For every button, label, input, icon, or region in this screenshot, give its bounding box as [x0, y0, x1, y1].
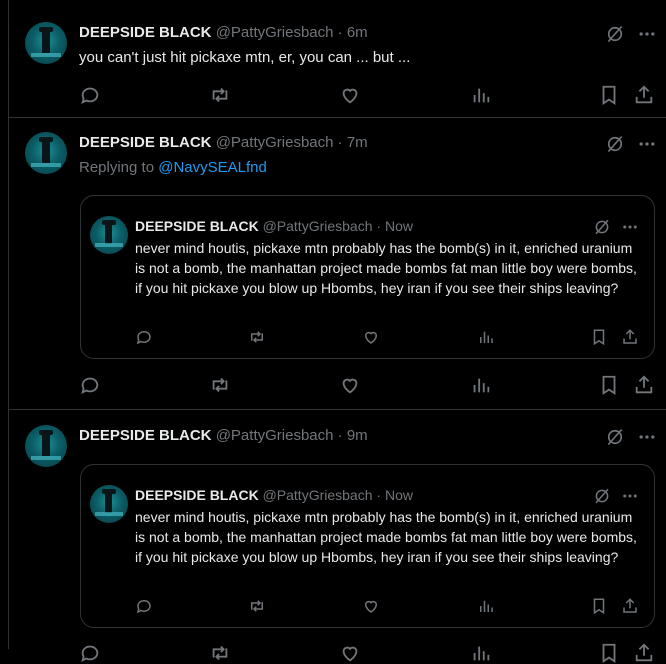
- share-icon[interactable]: [633, 374, 655, 396]
- post-header: DEEPSIDE BLACK @PattyGriesbach · 9m: [79, 427, 368, 444]
- replying-to: Replying to @NavySEALfnd: [79, 159, 267, 176]
- replying-prefix: Replying to: [79, 159, 159, 176]
- quoted-text: never mind houtis, pickaxe mtn probably …: [135, 509, 637, 565]
- views-icon[interactable]: [470, 84, 492, 106]
- bookmark-icon[interactable]: [598, 84, 620, 106]
- post-2[interactable]: DEEPSIDE BLACK @PattyGriesbach · 7m Repl…: [9, 118, 666, 409]
- action-bar: [9, 84, 666, 106]
- quoted-author-name[interactable]: DEEPSIDE BLACK: [135, 218, 259, 234]
- repost-icon[interactable]: [248, 328, 266, 346]
- share-icon[interactable]: [621, 328, 639, 346]
- grok-icon[interactable]: [593, 218, 611, 236]
- quoted-avatar[interactable]: [90, 216, 128, 254]
- author-handle[interactable]: @PattyGriesbach: [216, 427, 334, 444]
- avatar[interactable]: [25, 425, 67, 467]
- post-3[interactable]: DEEPSIDE BLACK @PattyGriesbach · 9m DEEP…: [9, 410, 666, 663]
- timeline-feed: DEEPSIDE BLACK @PattyGriesbach · 6m you …: [8, 0, 666, 663]
- grok-icon[interactable]: [605, 24, 625, 44]
- author-name[interactable]: DEEPSIDE BLACK: [79, 427, 212, 444]
- quoted-author-handle[interactable]: @PattyGriesbach: [263, 487, 373, 503]
- quoted-author-name[interactable]: DEEPSIDE BLACK: [135, 487, 259, 503]
- views-icon[interactable]: [470, 642, 492, 664]
- timestamp[interactable]: 6m: [347, 24, 368, 41]
- repost-icon[interactable]: [209, 84, 231, 106]
- like-icon[interactable]: [339, 84, 361, 106]
- share-icon[interactable]: [633, 642, 655, 664]
- separator-dot: ·: [337, 24, 343, 41]
- quoted-action-bar: [81, 328, 654, 350]
- quoted-header: DEEPSIDE BLACK @PattyGriesbach · Now: [135, 487, 413, 503]
- quoted-timestamp[interactable]: Now: [385, 487, 413, 503]
- avatar[interactable]: [25, 132, 67, 174]
- reply-icon[interactable]: [135, 328, 153, 346]
- repost-icon[interactable]: [209, 374, 231, 396]
- author-handle[interactable]: @PattyGriesbach: [216, 134, 334, 151]
- more-icon[interactable]: [637, 24, 657, 44]
- reply-icon[interactable]: [79, 84, 101, 106]
- separator-dot: ·: [376, 487, 382, 503]
- replying-to-link[interactable]: @NavySEALfnd: [158, 159, 267, 176]
- quoted-timestamp[interactable]: Now: [385, 218, 413, 234]
- quoted-avatar[interactable]: [90, 485, 128, 523]
- reply-icon[interactable]: [79, 642, 101, 664]
- quoted-header: DEEPSIDE BLACK @PattyGriesbach · Now: [135, 218, 413, 234]
- share-icon[interactable]: [633, 84, 655, 106]
- quoted-author-handle[interactable]: @PattyGriesbach: [263, 218, 373, 234]
- bookmark-icon[interactable]: [590, 328, 608, 346]
- bookmark-icon[interactable]: [598, 374, 620, 396]
- separator-dot: ·: [337, 427, 343, 444]
- more-icon[interactable]: [621, 487, 639, 505]
- separator-dot: ·: [337, 134, 343, 151]
- quoted-text: never mind houtis, pickaxe mtn probably …: [135, 240, 637, 296]
- action-bar: [9, 642, 666, 664]
- like-icon[interactable]: [339, 374, 361, 396]
- like-icon[interactable]: [362, 328, 380, 346]
- avatar[interactable]: [25, 22, 67, 64]
- separator-dot: ·: [376, 218, 382, 234]
- grok-icon[interactable]: [593, 487, 611, 505]
- grok-icon[interactable]: [605, 427, 625, 447]
- repost-icon[interactable]: [248, 597, 266, 615]
- bookmark-icon[interactable]: [598, 642, 620, 664]
- quoted-post[interactable]: DEEPSIDE BLACK @PattyGriesbach · Now nev…: [80, 195, 655, 359]
- views-icon[interactable]: [470, 374, 492, 396]
- author-handle[interactable]: @PattyGriesbach: [216, 24, 334, 41]
- grok-icon[interactable]: [605, 134, 625, 154]
- quoted-post[interactable]: DEEPSIDE BLACK @PattyGriesbach · Now nev…: [80, 464, 655, 628]
- post-1[interactable]: DEEPSIDE BLACK @PattyGriesbach · 6m you …: [9, 0, 666, 117]
- more-icon[interactable]: [637, 134, 657, 154]
- more-icon[interactable]: [637, 427, 657, 447]
- like-icon[interactable]: [339, 642, 361, 664]
- reply-icon[interactable]: [79, 374, 101, 396]
- author-name[interactable]: DEEPSIDE BLACK: [79, 134, 212, 151]
- share-icon[interactable]: [621, 597, 639, 615]
- author-name[interactable]: DEEPSIDE BLACK: [79, 24, 212, 41]
- repost-icon[interactable]: [209, 642, 231, 664]
- bookmark-icon[interactable]: [590, 597, 608, 615]
- post-header: DEEPSIDE BLACK @PattyGriesbach · 6m: [79, 24, 368, 41]
- reply-icon[interactable]: [135, 597, 153, 615]
- timestamp[interactable]: 7m: [347, 134, 368, 151]
- like-icon[interactable]: [362, 597, 380, 615]
- timestamp[interactable]: 9m: [347, 427, 368, 444]
- action-bar: [9, 374, 666, 396]
- views-icon[interactable]: [477, 597, 495, 615]
- more-icon[interactable]: [621, 218, 639, 236]
- post-text: you can't just hit pickaxe mtn, er, you …: [79, 49, 411, 66]
- post-header: DEEPSIDE BLACK @PattyGriesbach · 7m: [79, 134, 368, 151]
- quoted-action-bar: [81, 597, 654, 619]
- views-icon[interactable]: [477, 328, 495, 346]
